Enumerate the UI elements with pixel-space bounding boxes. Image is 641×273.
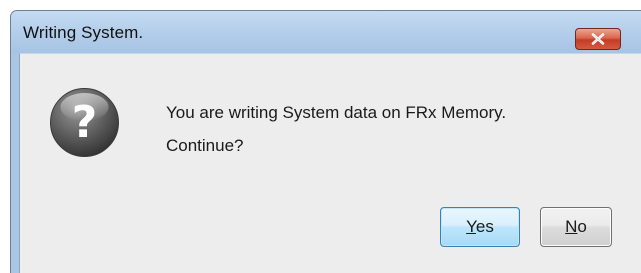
message-line-1: You are writing System data on FRx Memor… (166, 103, 507, 122)
close-button[interactable] (575, 28, 621, 50)
dialog-window: Writing System. ? You are writing System… (10, 10, 641, 273)
message-text: You are writing System data on FRx Memor… (166, 96, 506, 162)
no-button[interactable]: No (540, 207, 612, 247)
close-icon (591, 33, 605, 45)
question-icon: ? (49, 87, 120, 158)
dialog-body: ? You are writing System data on FRx Mem… (19, 53, 641, 273)
yes-button[interactable]: Yes (440, 207, 520, 247)
message-line-2: Continue? (166, 136, 244, 155)
no-button-label: No (565, 217, 587, 236)
yes-button-label: Yes (466, 217, 494, 236)
window-title: Writing System. (23, 23, 144, 42)
svg-text:?: ? (72, 97, 98, 148)
title-bar[interactable]: Writing System. (11, 11, 641, 53)
